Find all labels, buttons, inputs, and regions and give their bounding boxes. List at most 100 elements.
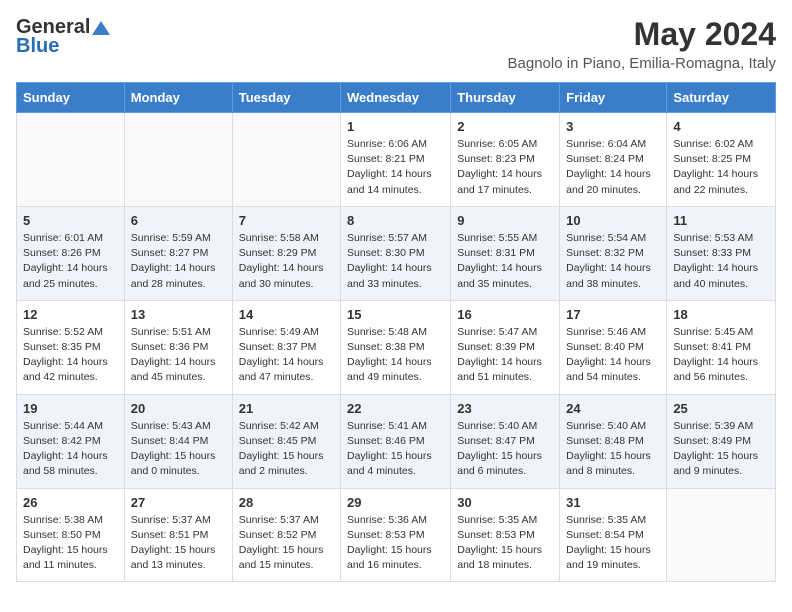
- day-info: Sunrise: 5:40 AMSunset: 8:47 PMDaylight:…: [457, 419, 553, 480]
- day-header-wednesday: Wednesday: [341, 83, 451, 113]
- calendar-cell: 16 Sunrise: 5:47 AMSunset: 8:39 PMDayligh…: [451, 300, 560, 394]
- day-number: 2: [457, 119, 553, 134]
- calendar-cell: 1 Sunrise: 6:06 AMSunset: 8:21 PMDaylight…: [341, 113, 451, 207]
- day-info: Sunrise: 5:55 AMSunset: 8:31 PMDaylight:…: [457, 231, 553, 292]
- calendar-cell: 8 Sunrise: 5:57 AMSunset: 8:30 PMDaylight…: [341, 206, 451, 300]
- day-info: Sunrise: 5:45 AMSunset: 8:41 PMDaylight:…: [673, 325, 769, 386]
- calendar-cell: 23 Sunrise: 5:40 AMSunset: 8:47 PMDayligh…: [451, 394, 560, 488]
- day-info: Sunrise: 5:46 AMSunset: 8:40 PMDaylight:…: [566, 325, 660, 386]
- calendar-cell: 15 Sunrise: 5:48 AMSunset: 8:38 PMDayligh…: [341, 300, 451, 394]
- day-number: 12: [23, 307, 118, 322]
- day-number: 23: [457, 401, 553, 416]
- day-info: Sunrise: 5:36 AMSunset: 8:53 PMDaylight:…: [347, 513, 444, 574]
- calendar-cell: 3 Sunrise: 6:04 AMSunset: 8:24 PMDaylight…: [560, 113, 667, 207]
- calendar-cell: [667, 488, 776, 582]
- calendar-cell: 5Sunrise: 6:01 AMSunset: 8:26 PMDaylight…: [17, 206, 125, 300]
- calendar-cell: 20Sunrise: 5:43 AMSunset: 8:44 PMDayligh…: [124, 394, 232, 488]
- day-info: Sunrise: 5:58 AMSunset: 8:29 PMDaylight:…: [239, 231, 334, 292]
- day-number: 7: [239, 213, 334, 228]
- day-number: 22: [347, 401, 444, 416]
- day-number: 21: [239, 401, 334, 416]
- day-number: 24: [566, 401, 660, 416]
- calendar-cell: 9 Sunrise: 5:55 AMSunset: 8:31 PMDaylight…: [451, 206, 560, 300]
- day-info: Sunrise: 5:49 AMSunset: 8:37 PMDaylight:…: [239, 325, 334, 386]
- day-number: 1: [347, 119, 444, 134]
- calendar-cell: 10 Sunrise: 5:54 AMSunset: 8:32 PMDayligh…: [560, 206, 667, 300]
- calendar-cell: 27 Sunrise: 5:37 AMSunset: 8:51 PMDayligh…: [124, 488, 232, 582]
- day-info: Sunrise: 6:04 AMSunset: 8:24 PMDaylight:…: [566, 137, 660, 198]
- day-info: Sunrise: 5:41 AMSunset: 8:46 PMDaylight:…: [347, 419, 444, 480]
- title-section: May 2024 Bagnolo in Piano, Emilia-Romagn…: [508, 16, 776, 72]
- day-number: 6: [131, 213, 226, 228]
- day-info: Sunrise: 6:05 AMSunset: 8:23 PMDaylight:…: [457, 137, 553, 198]
- day-number: 10: [566, 213, 660, 228]
- calendar-cell: 4 Sunrise: 6:02 AMSunset: 8:25 PMDaylight…: [667, 113, 776, 207]
- page-header: General Blue May 2024 Bagnolo in Piano, …: [16, 16, 776, 72]
- day-number: 14: [239, 307, 334, 322]
- calendar-cell: 14 Sunrise: 5:49 AMSunset: 8:37 PMDayligh…: [232, 300, 340, 394]
- calendar-header: SundayMondayTuesdayWednesdayThursdayFrid…: [17, 83, 776, 113]
- calendar-cell: 28 Sunrise: 5:37 AMSunset: 8:52 PMDayligh…: [232, 488, 340, 582]
- calendar-cell: 11Sunrise: 5:53 AMSunset: 8:33 PMDayligh…: [667, 206, 776, 300]
- day-number: 26: [23, 495, 118, 510]
- day-info: Sunrise: 5:54 AMSunset: 8:32 PMDaylight:…: [566, 231, 660, 292]
- day-header-tuesday: Tuesday: [232, 83, 340, 113]
- calendar-cell: 7 Sunrise: 5:58 AMSunset: 8:29 PMDaylight…: [232, 206, 340, 300]
- day-info: Sunrise: 5:37 AMSunset: 8:51 PMDaylight:…: [131, 513, 226, 574]
- day-header-thursday: Thursday: [451, 83, 560, 113]
- day-info: Sunrise: 5:57 AMSunset: 8:30 PMDaylight:…: [347, 231, 444, 292]
- day-header-friday: Friday: [560, 83, 667, 113]
- day-info: Sunrise: 5:37 AMSunset: 8:52 PMDaylight:…: [239, 513, 334, 574]
- calendar-cell: 6Sunrise: 5:59 AMSunset: 8:27 PMDaylight…: [124, 206, 232, 300]
- day-info: Sunrise: 6:06 AMSunset: 8:21 PMDaylight:…: [347, 137, 444, 198]
- day-number: 11: [673, 213, 769, 228]
- day-number: 19: [23, 401, 118, 416]
- day-info: Sunrise: 5:39 AMSunset: 8:49 PMDaylight:…: [673, 419, 769, 480]
- calendar-cell: 30Sunrise: 5:35 AMSunset: 8:53 PMDayligh…: [451, 488, 560, 582]
- day-number: 16: [457, 307, 553, 322]
- calendar-cell: 13Sunrise: 5:51 AMSunset: 8:36 PMDayligh…: [124, 300, 232, 394]
- days-header-row: SundayMondayTuesdayWednesdayThursdayFrid…: [17, 83, 776, 113]
- calendar-week-4: 19 Sunrise: 5:44 AMSunset: 8:42 PMDayligh…: [17, 394, 776, 488]
- calendar-cell: 18 Sunrise: 5:45 AMSunset: 8:41 PMDayligh…: [667, 300, 776, 394]
- day-number: 15: [347, 307, 444, 322]
- day-info: Sunrise: 5:51 AMSunset: 8:36 PMDaylight:…: [131, 325, 226, 386]
- calendar-body: 1 Sunrise: 6:06 AMSunset: 8:21 PMDaylight…: [17, 113, 776, 582]
- day-number: 4: [673, 119, 769, 134]
- day-info: Sunrise: 5:35 AMSunset: 8:54 PMDaylight:…: [566, 513, 660, 574]
- day-number: 8: [347, 213, 444, 228]
- day-number: 29: [347, 495, 444, 510]
- calendar-cell: 12 Sunrise: 5:52 AMSunset: 8:35 PMDayligh…: [17, 300, 125, 394]
- day-header-saturday: Saturday: [667, 83, 776, 113]
- logo: General Blue: [16, 16, 110, 58]
- day-info: Sunrise: 5:43 AMSunset: 8:44 PMDaylight:…: [131, 419, 226, 480]
- day-info: Sunrise: 5:35 AMSunset: 8:53 PMDaylight:…: [457, 513, 553, 574]
- day-info: Sunrise: 6:02 AMSunset: 8:25 PMDaylight:…: [673, 137, 769, 198]
- day-number: 3: [566, 119, 660, 134]
- logo-icon: [92, 19, 110, 37]
- calendar-cell: [17, 113, 125, 207]
- calendar-week-5: 26Sunrise: 5:38 AMSunset: 8:50 PMDayligh…: [17, 488, 776, 582]
- calendar-cell: [232, 113, 340, 207]
- calendar-cell: 17Sunrise: 5:46 AMSunset: 8:40 PMDayligh…: [560, 300, 667, 394]
- day-info: Sunrise: 5:44 AMSunset: 8:42 PMDaylight:…: [23, 419, 118, 480]
- calendar-cell: 19 Sunrise: 5:44 AMSunset: 8:42 PMDayligh…: [17, 394, 125, 488]
- day-info: Sunrise: 5:40 AMSunset: 8:48 PMDaylight:…: [566, 419, 660, 480]
- day-info: Sunrise: 5:48 AMSunset: 8:38 PMDaylight:…: [347, 325, 444, 386]
- day-info: Sunrise: 5:47 AMSunset: 8:39 PMDaylight:…: [457, 325, 553, 386]
- calendar-cell: 21Sunrise: 5:42 AMSunset: 8:45 PMDayligh…: [232, 394, 340, 488]
- calendar-cell: 2 Sunrise: 6:05 AMSunset: 8:23 PMDaylight…: [451, 113, 560, 207]
- day-number: 27: [131, 495, 226, 510]
- calendar-cell: [124, 113, 232, 207]
- day-number: 9: [457, 213, 553, 228]
- day-info: Sunrise: 6:01 AMSunset: 8:26 PMDaylight:…: [23, 231, 118, 292]
- calendar-cell: 25 Sunrise: 5:39 AMSunset: 8:49 PMDayligh…: [667, 394, 776, 488]
- calendar-week-3: 12 Sunrise: 5:52 AMSunset: 8:35 PMDayligh…: [17, 300, 776, 394]
- day-number: 28: [239, 495, 334, 510]
- day-info: Sunrise: 5:52 AMSunset: 8:35 PMDaylight:…: [23, 325, 118, 386]
- day-header-sunday: Sunday: [17, 83, 125, 113]
- calendar-week-1: 1 Sunrise: 6:06 AMSunset: 8:21 PMDaylight…: [17, 113, 776, 207]
- day-number: 18: [673, 307, 769, 322]
- day-number: 25: [673, 401, 769, 416]
- calendar-table: SundayMondayTuesdayWednesdayThursdayFrid…: [16, 82, 776, 582]
